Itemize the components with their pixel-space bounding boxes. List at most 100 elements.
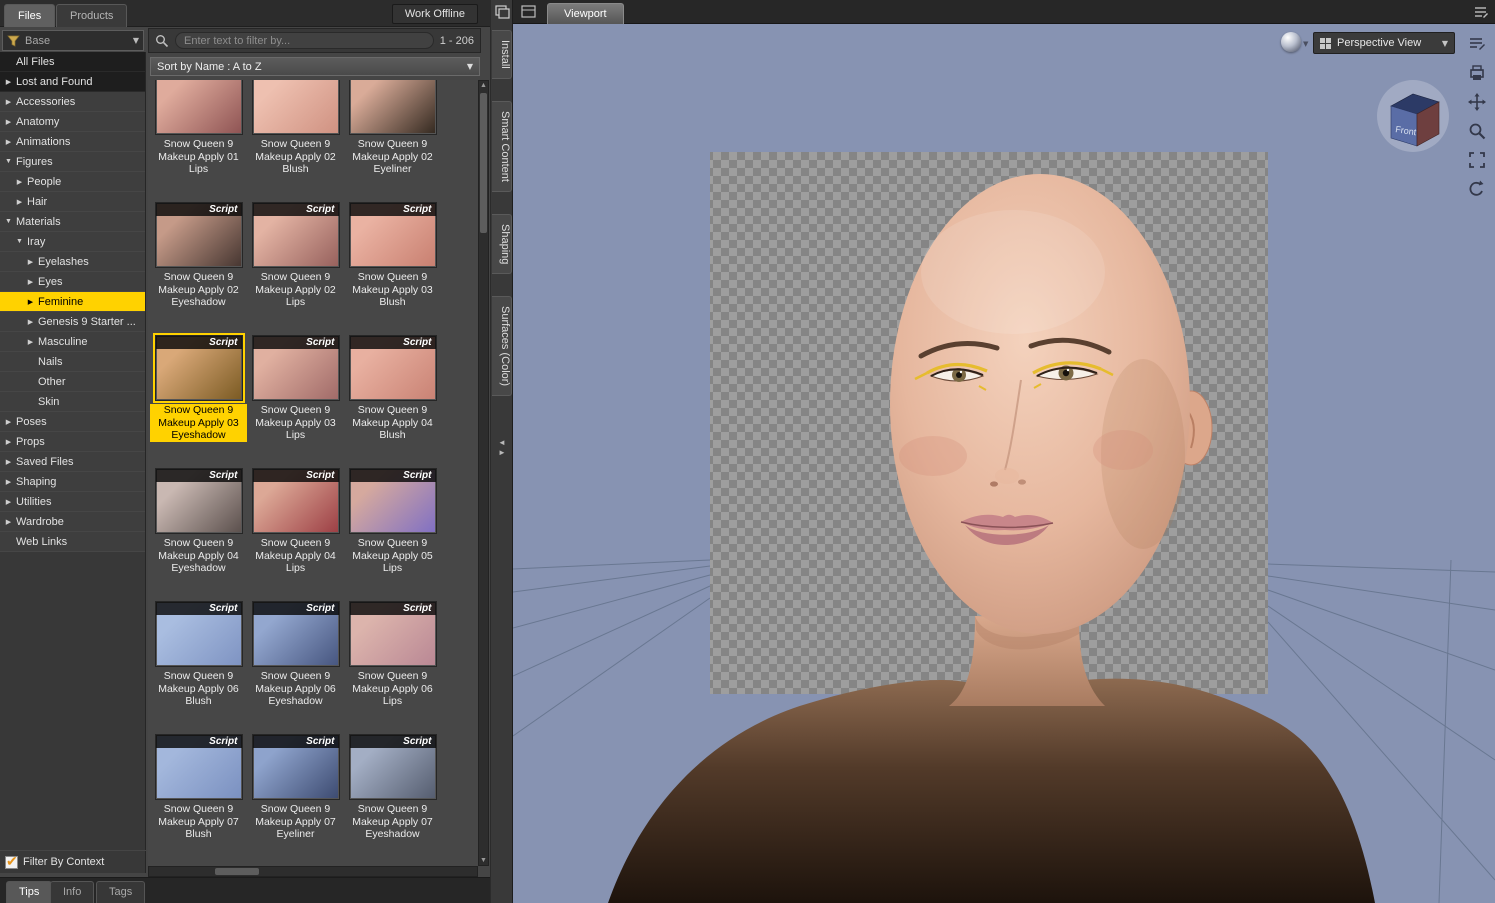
camera-view-dropdown[interactable]: Perspective View ▼ bbox=[1313, 32, 1455, 54]
asset-thumbnail[interactable]: Script Snow Queen 9 Makeup Apply 03 Lips bbox=[247, 321, 344, 454]
tree-item[interactable]: ▶ Accessories bbox=[0, 92, 145, 112]
asset-thumbnail-image[interactable]: Script bbox=[348, 468, 437, 534]
base-filter-dropdown[interactable]: Base ▼ bbox=[2, 30, 144, 51]
tree-arrow-icon[interactable]: ▶ bbox=[15, 178, 24, 186]
tab-files[interactable]: Files bbox=[4, 4, 56, 27]
zoom-icon[interactable] bbox=[1467, 121, 1487, 141]
asset-thumbnail-image[interactable]: Script bbox=[251, 202, 340, 268]
tree-item[interactable]: ▶ Utilities bbox=[0, 492, 145, 512]
tab-info[interactable]: Info bbox=[50, 881, 95, 903]
tree-item[interactable]: ▶ People bbox=[0, 172, 145, 192]
asset-thumbnail[interactable]: Script Snow Queen 9 Makeup Apply 02 Lips bbox=[247, 188, 344, 321]
tree-item[interactable]: ▶ Wardrobe bbox=[0, 512, 145, 532]
tree-item[interactable]: ▼ Iray bbox=[0, 232, 145, 252]
asset-thumbnail-image[interactable]: Script bbox=[251, 734, 340, 800]
tree-arrow-icon[interactable]: ▶ bbox=[4, 418, 13, 426]
asset-thumbnail-image[interactable]: Script bbox=[348, 335, 437, 401]
asset-thumbnail-image[interactable]: Script bbox=[154, 601, 243, 667]
asset-thumbnail[interactable]: Script Snow Queen 9 Makeup Apply 04 Lips bbox=[247, 454, 344, 587]
tree-arrow-icon[interactable]: ▶ bbox=[4, 458, 13, 466]
tree-item[interactable]: ▶ Saved Files bbox=[0, 452, 145, 472]
asset-thumbnail-image[interactable]: Script bbox=[348, 601, 437, 667]
asset-thumbnail-image[interactable]: Script bbox=[251, 335, 340, 401]
asset-thumbnail-image[interactable]: Script bbox=[154, 202, 243, 268]
tab-products[interactable]: Products bbox=[56, 4, 128, 27]
tree-arrow-icon[interactable]: ▶ bbox=[4, 98, 13, 106]
tree-arrow-icon[interactable]: ▶ bbox=[4, 478, 13, 486]
view-cube[interactable]: Front bbox=[1371, 74, 1455, 158]
dock-tab[interactable]: Surfaces (Color) bbox=[492, 296, 512, 397]
tree-item[interactable]: Nails bbox=[0, 352, 145, 372]
tree-arrow-icon[interactable]: ▶ bbox=[15, 198, 24, 206]
asset-thumbnail[interactable]: Script Snow Queen 9 Makeup Apply 06 Eyes… bbox=[247, 587, 344, 720]
draw-settings-icon[interactable] bbox=[1467, 34, 1487, 54]
tree-item[interactable]: Skin bbox=[0, 392, 145, 412]
work-offline-button[interactable]: Work Offline bbox=[391, 4, 478, 24]
asset-thumbnail-image[interactable]: Script bbox=[348, 202, 437, 268]
tree-item[interactable]: ▶ Shaping bbox=[0, 472, 145, 492]
tree-arrow-icon[interactable]: ▼ bbox=[4, 158, 13, 165]
tree-item[interactable]: ▶ Anatomy bbox=[0, 112, 145, 132]
tab-viewport[interactable]: Viewport bbox=[547, 3, 624, 24]
tree-item[interactable]: ▶ Masculine bbox=[0, 332, 145, 352]
asset-thumbnail[interactable]: Script Snow Queen 9 Makeup Apply 02 Eyel… bbox=[344, 80, 441, 188]
tree-arrow-icon[interactable]: ▶ bbox=[4, 78, 13, 86]
asset-thumbnail[interactable]: Script Snow Queen 9 Makeup Apply 07 Blus… bbox=[150, 720, 247, 853]
asset-thumbnail-image[interactable]: Script bbox=[348, 734, 437, 800]
filter-by-context-checkbox[interactable]: ✔ bbox=[5, 853, 18, 869]
asset-thumbnail[interactable]: Script bbox=[247, 853, 344, 866]
asset-thumbnail[interactable]: Script Snow Queen 9 Makeup Apply 03 Eyes… bbox=[150, 321, 247, 454]
sort-dropdown[interactable]: Sort by Name : A to Z ▼ bbox=[150, 57, 480, 76]
tree-arrow-icon[interactable]: ▶ bbox=[26, 298, 35, 306]
tree-item[interactable]: ▶ Feminine bbox=[0, 292, 145, 312]
tree-arrow-icon[interactable]: ▼ bbox=[4, 218, 13, 225]
tree-arrow-icon[interactable]: ▶ bbox=[4, 518, 13, 526]
tree-arrow-icon[interactable]: ▼ bbox=[15, 238, 24, 245]
scrollbar-thumb[interactable] bbox=[480, 93, 487, 233]
asset-thumbnail[interactable]: Script Snow Queen 9 Makeup Apply 02 Eyes… bbox=[150, 188, 247, 321]
asset-thumbnail[interactable]: Script Snow Queen 9 Makeup Apply 05 Lips bbox=[344, 454, 441, 587]
tree-arrow-icon[interactable]: ▶ bbox=[26, 318, 35, 326]
asset-thumbnail-image[interactable]: Script bbox=[152, 333, 245, 403]
tree-arrow-icon[interactable]: ▶ bbox=[26, 278, 35, 286]
pan-icon[interactable] bbox=[1467, 92, 1487, 112]
viewport-layout-icon[interactable] bbox=[521, 4, 537, 20]
scroll-up-icon[interactable]: ▲ bbox=[479, 82, 488, 89]
scrollbar-thumb[interactable] bbox=[215, 868, 259, 875]
dock-tab[interactable]: Shaping bbox=[492, 213, 512, 275]
camera-sphere-icon[interactable] bbox=[1281, 32, 1301, 52]
asset-thumbnail[interactable]: Script Snow Queen 9 Makeup Apply 06 Lips bbox=[344, 587, 441, 720]
asset-thumbnail[interactable]: Script bbox=[150, 853, 247, 866]
vertical-scrollbar[interactable]: ▲ ▼ bbox=[478, 80, 489, 866]
asset-thumbnail[interactable]: Script Snow Queen 9 Makeup Apply 04 Blus… bbox=[344, 321, 441, 454]
asset-thumbnail-image[interactable]: Script bbox=[251, 80, 340, 135]
tree-item[interactable]: ▶ Poses bbox=[0, 412, 145, 432]
asset-thumbnail[interactable]: Script Snow Queen 9 Makeup Apply 06 Blus… bbox=[150, 587, 247, 720]
tree-item[interactable]: ▶ Hair bbox=[0, 192, 145, 212]
asset-thumbnail[interactable]: Script Snow Queen 9 Makeup Apply 04 Eyes… bbox=[150, 454, 247, 587]
tree-item[interactable]: ▼ Figures bbox=[0, 152, 145, 172]
asset-thumbnail[interactable]: Script Snow Queen 9 Makeup Apply 03 Blus… bbox=[344, 188, 441, 321]
tab-tips[interactable]: Tips bbox=[6, 881, 53, 903]
tree-arrow-icon[interactable]: ▶ bbox=[4, 438, 13, 446]
frame-icon[interactable] bbox=[1467, 150, 1487, 170]
asset-thumbnail[interactable]: Script Snow Queen 9 Makeup Apply 07 Eyes… bbox=[344, 720, 441, 853]
tree-item[interactable]: ▶ Genesis 9 Starter ... bbox=[0, 312, 145, 332]
tree-arrow-icon[interactable]: ▶ bbox=[26, 338, 35, 346]
tab-tags[interactable]: Tags bbox=[96, 881, 146, 903]
tree-item[interactable]: Other bbox=[0, 372, 145, 392]
dock-tab[interactable]: Smart Content bbox=[492, 100, 512, 192]
asset-thumbnail-image[interactable]: Script bbox=[348, 80, 437, 135]
tree-item[interactable]: ▶ Animations bbox=[0, 132, 145, 152]
tree-arrow-icon[interactable]: ▶ bbox=[4, 138, 13, 146]
render-icon[interactable] bbox=[1467, 63, 1487, 83]
pane-menu-icon[interactable] bbox=[1473, 4, 1489, 20]
orbit-home-icon[interactable] bbox=[1467, 179, 1487, 199]
asset-thumbnail[interactable]: Script Snow Queen 9 Makeup Apply 01 Lips bbox=[150, 80, 247, 188]
asset-thumbnail-image[interactable]: Script bbox=[251, 601, 340, 667]
horizontal-scrollbar[interactable] bbox=[148, 866, 478, 877]
dock-tab[interactable]: Install bbox=[492, 30, 512, 79]
asset-thumbnail-image[interactable]: Script bbox=[154, 468, 243, 534]
tree-item[interactable]: ▶ Eyes bbox=[0, 272, 145, 292]
tree-arrow-icon[interactable]: ▶ bbox=[26, 258, 35, 266]
